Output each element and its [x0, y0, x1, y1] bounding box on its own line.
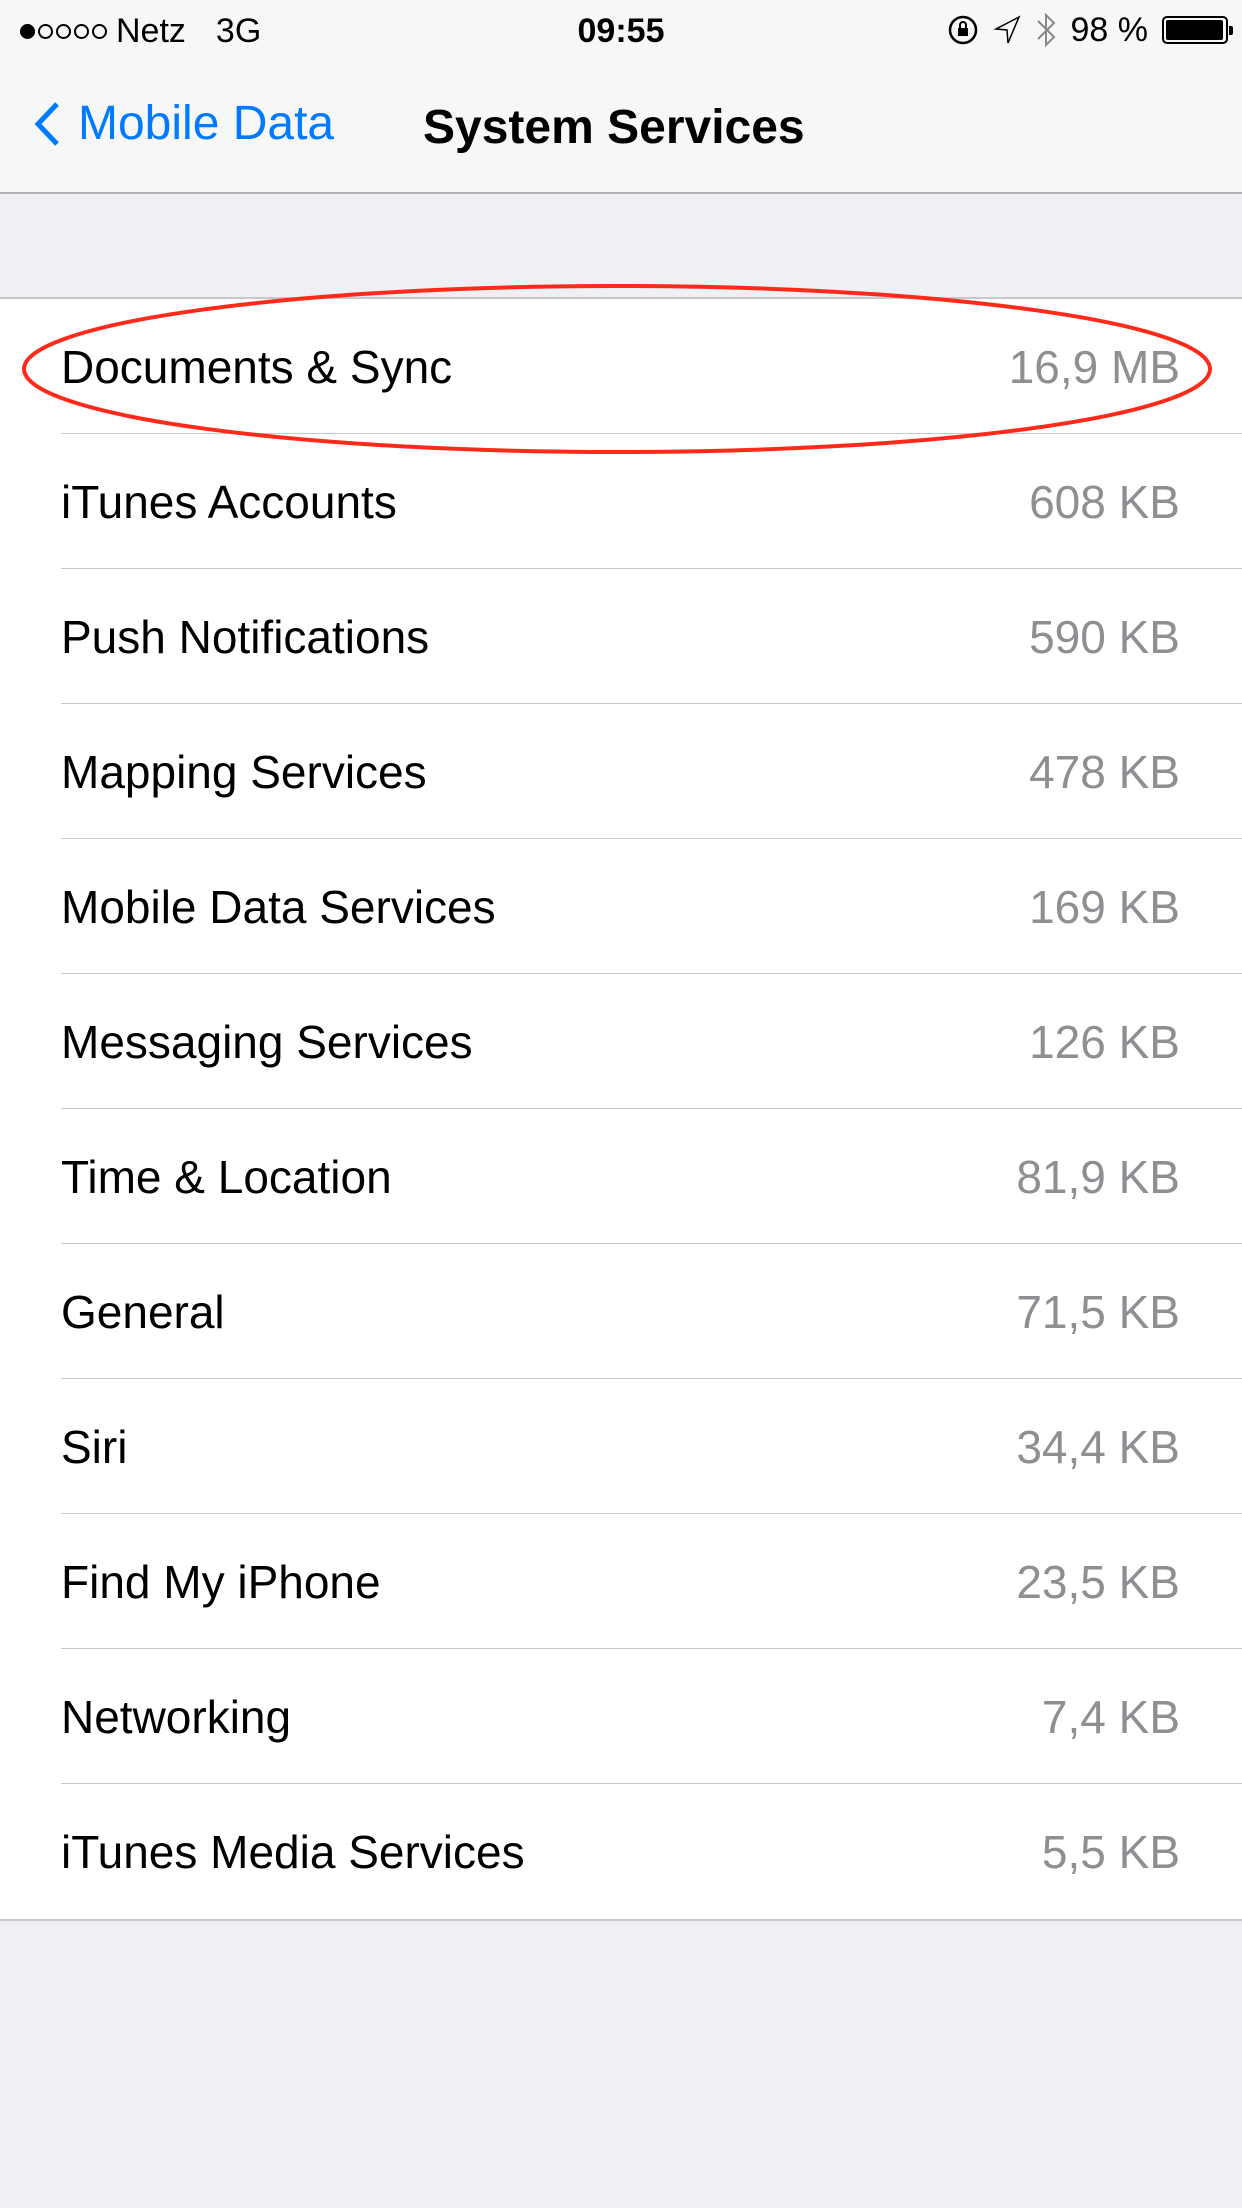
service-name: Push Notifications: [61, 610, 430, 663]
list-item: iTunes Accounts 608 KB: [0, 434, 1242, 569]
service-name: Siri: [61, 1420, 128, 1473]
list-item: Documents & Sync 16,9 MB: [0, 299, 1242, 434]
list-item: Mobile Data Services 169 KB: [0, 839, 1242, 974]
page-title: System Services: [423, 101, 805, 154]
list-item: General 71,5 KB: [0, 1244, 1242, 1379]
service-name: Mapping Services: [61, 745, 427, 798]
back-label: Mobile Data: [78, 97, 335, 150]
location-icon: [992, 15, 1021, 44]
data-usage-value: 478 KB: [1029, 745, 1180, 798]
list-item: Siri 34,4 KB: [0, 1379, 1242, 1514]
list-item: Mapping Services 478 KB: [0, 704, 1242, 839]
data-usage-value: 5,5 KB: [1041, 1825, 1180, 1878]
data-usage-value: 34,4 KB: [1016, 1420, 1180, 1473]
data-usage-value: 7,4 KB: [1041, 1690, 1180, 1743]
service-name: Mobile Data Services: [61, 880, 496, 933]
list-item: Find My iPhone 23,5 KB: [0, 1514, 1242, 1649]
data-usage-value: 81,9 KB: [1016, 1150, 1180, 1203]
service-name: Time & Location: [61, 1150, 392, 1203]
data-usage-value: 590 KB: [1029, 610, 1180, 663]
bluetooth-icon: [1036, 12, 1055, 48]
rotation-lock-icon: [948, 15, 977, 45]
battery-percent: 98 %: [1070, 10, 1149, 49]
data-usage-value: 169 KB: [1029, 880, 1180, 933]
status-bar: Netz 3G 09:55 98 %: [0, 0, 1242, 60]
data-usage-value: 16,9 MB: [1008, 340, 1180, 393]
data-usage-value: 126 KB: [1029, 1015, 1180, 1068]
list-item: Networking 7,4 KB: [0, 1649, 1242, 1784]
service-name: Find My iPhone: [61, 1555, 381, 1608]
battery-icon: [1162, 16, 1233, 44]
service-name: Networking: [61, 1690, 292, 1743]
data-usage-value: 23,5 KB: [1016, 1555, 1180, 1608]
top-bar: Netz 3G 09:55 98 % Mobile Data System Se…: [0, 0, 1242, 194]
back-button[interactable]: Mobile Data: [34, 96, 334, 151]
service-name: General: [61, 1285, 225, 1338]
service-name: Documents & Sync: [61, 340, 453, 393]
chevron-left-icon: [34, 101, 59, 146]
data-usage-value: 608 KB: [1029, 475, 1180, 528]
data-usage-value: 71,5 KB: [1016, 1285, 1180, 1338]
services-list: Documents & Sync 16,9 MB iTunes Accounts 60…: [0, 297, 1242, 1921]
navigation-bar: Mobile Data System Services: [0, 60, 1242, 192]
list-item: Push Notifications 590 KB: [0, 569, 1242, 704]
list-item: iTunes Media Services 5,5 KB: [0, 1784, 1242, 1919]
service-name: iTunes Accounts: [61, 475, 397, 528]
service-name: iTunes Media Services: [61, 1825, 525, 1878]
list-item: Time & Location 81,9 KB: [0, 1109, 1242, 1244]
list-item: Messaging Services 126 KB: [0, 974, 1242, 1109]
service-name: Messaging Services: [61, 1015, 473, 1068]
